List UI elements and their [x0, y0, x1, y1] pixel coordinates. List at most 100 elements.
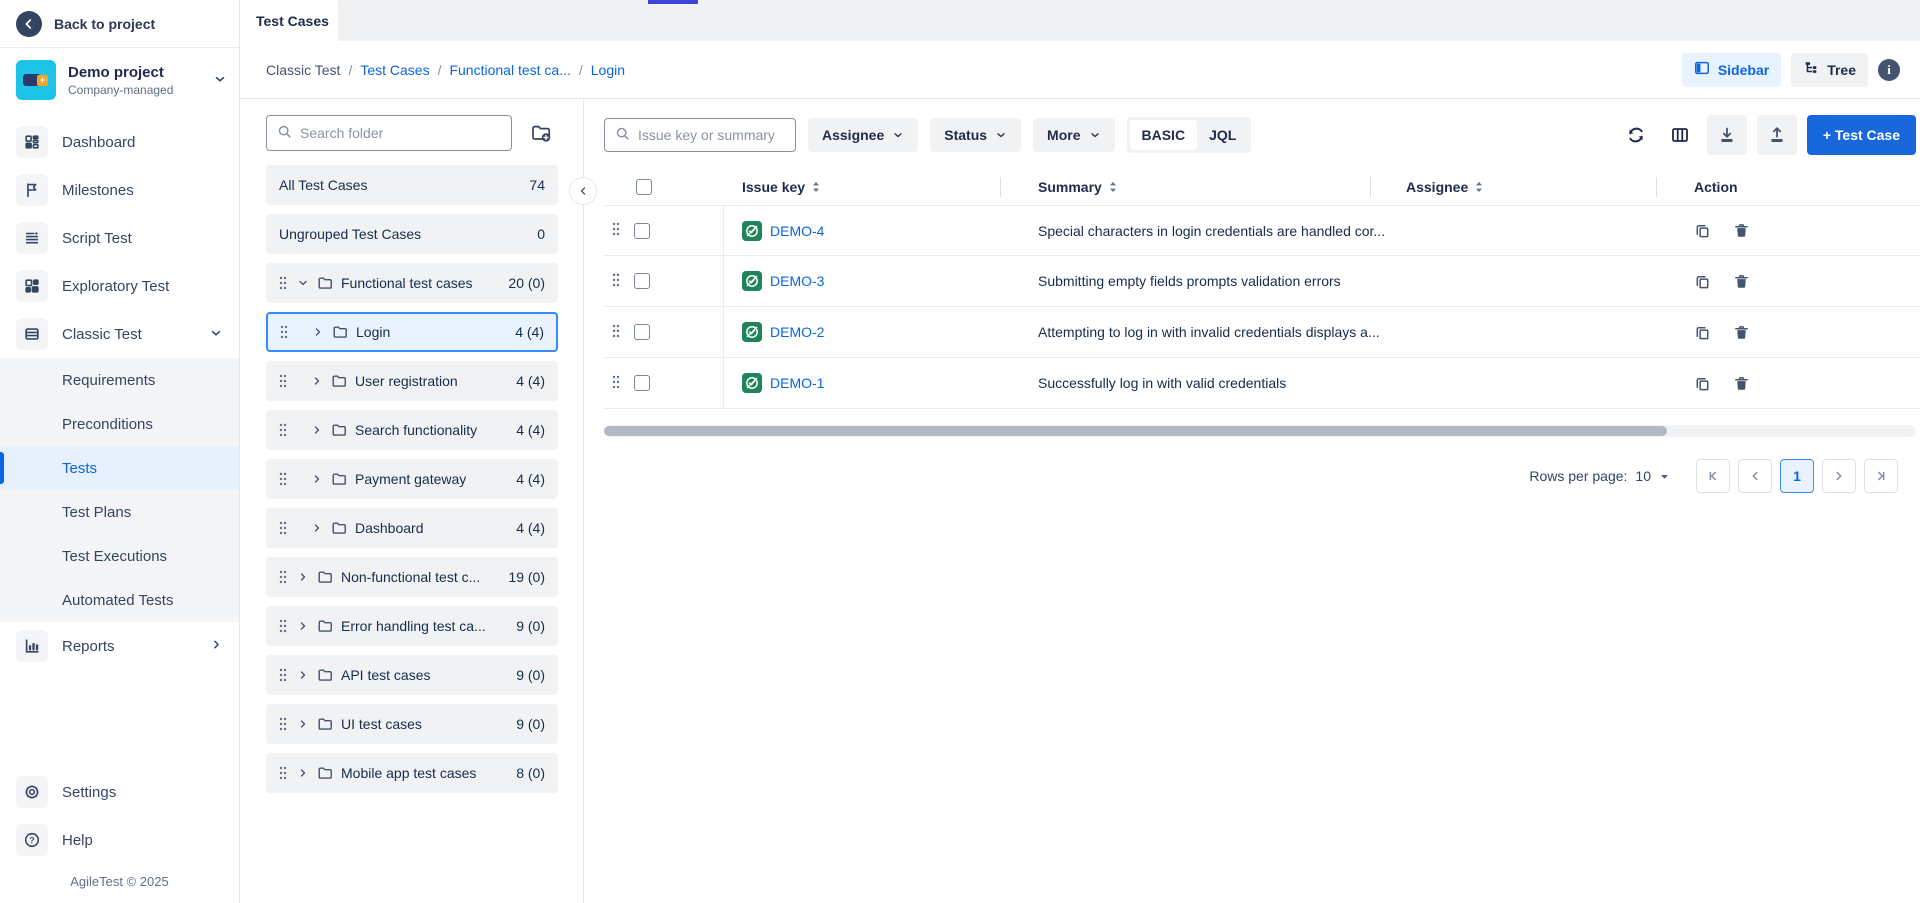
issue-key-link[interactable]: DEMO-2 [770, 324, 824, 340]
sidebar-item-exploratory-test[interactable]: Exploratory Test [0, 262, 239, 310]
export-button[interactable] [1757, 115, 1797, 155]
folder-login[interactable]: Login 4 (4) [266, 312, 558, 352]
clone-icon[interactable] [1694, 324, 1711, 341]
drag-handle-icon[interactable] [279, 619, 287, 633]
drag-handle-icon[interactable] [612, 222, 620, 239]
delete-icon[interactable] [1733, 375, 1750, 392]
drag-handle-icon[interactable] [279, 472, 287, 486]
back-to-project[interactable]: Back to project [0, 0, 239, 48]
column-header-assignee[interactable]: Assignee [1384, 169, 1670, 205]
add-test-case-button[interactable]: + Test Case [1807, 115, 1916, 155]
clone-icon[interactable] [1694, 222, 1711, 239]
sidebar-item-preconditions[interactable]: Preconditions [0, 402, 239, 446]
chevron-right-icon[interactable] [312, 326, 324, 338]
drag-handle-icon[interactable] [279, 668, 287, 682]
tree-view-button[interactable]: Tree [1791, 53, 1868, 87]
breadcrumb-item[interactable]: Test Cases [360, 62, 429, 78]
summary-text[interactable]: Attempting to log in with invalid creden… [1014, 324, 1384, 340]
sidebar-item-help[interactable]: ? Help [0, 816, 239, 864]
status-filter[interactable]: Status [930, 118, 1021, 152]
summary-text[interactable]: Submitting empty fields prompts validati… [1014, 273, 1384, 289]
folder-error-handling[interactable]: Error handling test ca... 9 (0) [266, 606, 558, 646]
jql-mode-option[interactable]: JQL [1197, 120, 1248, 150]
issue-key-link[interactable]: DEMO-3 [770, 273, 824, 289]
drag-handle-icon[interactable] [279, 521, 287, 535]
chevron-right-icon[interactable] [297, 571, 309, 583]
drag-handle-icon[interactable] [279, 766, 287, 780]
row-checkbox[interactable] [634, 273, 650, 289]
sidebar-item-classic-test[interactable]: Classic Test [0, 310, 239, 358]
last-page-button[interactable] [1864, 459, 1898, 493]
drag-handle-icon[interactable] [279, 717, 287, 731]
tab-test-cases[interactable]: Test Cases [240, 0, 338, 41]
chevron-right-icon[interactable] [311, 375, 323, 387]
drag-handle-icon[interactable] [612, 324, 620, 341]
column-header-issue-key[interactable]: Issue key [724, 169, 1014, 205]
sidebar-item-requirements[interactable]: Requirements [0, 358, 239, 402]
folder-search-input[interactable] [300, 125, 501, 141]
page-number-button[interactable]: 1 [1780, 459, 1814, 493]
next-page-button[interactable] [1822, 459, 1856, 493]
basic-mode-option[interactable]: BASIC [1130, 120, 1198, 150]
summary-text[interactable]: Special characters in login credentials … [1014, 223, 1384, 239]
delete-icon[interactable] [1733, 324, 1750, 341]
refresh-icon[interactable] [1619, 118, 1653, 152]
chevron-right-icon[interactable] [297, 718, 309, 730]
chevron-right-icon[interactable] [311, 522, 323, 534]
chevron-right-icon[interactable] [311, 424, 323, 436]
collapse-panel-button[interactable] [569, 177, 597, 205]
sidebar-view-button[interactable]: Sidebar [1682, 53, 1781, 87]
more-filter[interactable]: More [1033, 118, 1114, 152]
drag-handle-icon[interactable] [279, 570, 287, 584]
chevron-down-icon[interactable] [297, 277, 309, 289]
sidebar-item-test-executions[interactable]: Test Executions [0, 534, 239, 578]
breadcrumb-item[interactable]: Login [591, 62, 625, 78]
add-folder-button[interactable] [524, 116, 558, 150]
issue-search-input[interactable] [638, 127, 785, 143]
row-checkbox[interactable] [634, 375, 650, 391]
clone-icon[interactable] [1694, 375, 1711, 392]
issue-key-link[interactable]: DEMO-4 [770, 223, 824, 239]
sidebar-item-script-test[interactable]: Script Test [0, 214, 239, 262]
folder-api-test-cases[interactable]: API test cases 9 (0) [266, 655, 558, 695]
folder-all-test-cases[interactable]: All Test Cases 74 [266, 165, 558, 205]
folder-payment-gateway[interactable]: Payment gateway 4 (4) [266, 459, 558, 499]
chevron-right-icon[interactable] [297, 620, 309, 632]
sidebar-item-tests[interactable]: Tests [0, 446, 239, 490]
sidebar-item-milestones[interactable]: Milestones [0, 166, 239, 214]
sidebar-item-settings[interactable]: Settings [0, 768, 239, 816]
folder-user-registration[interactable]: User registration 4 (4) [266, 361, 558, 401]
summary-text[interactable]: Successfully log in with valid credentia… [1014, 375, 1384, 391]
folder-mobile-app-test-cases[interactable]: Mobile app test cases 8 (0) [266, 753, 558, 793]
sidebar-item-test-plans[interactable]: Test Plans [0, 490, 239, 534]
folder-ui-test-cases[interactable]: UI test cases 9 (0) [266, 704, 558, 744]
folder-functional-test-cases[interactable]: Functional test cases 20 (0) [266, 263, 558, 303]
drag-handle-icon[interactable] [279, 374, 287, 388]
row-checkbox[interactable] [634, 223, 650, 239]
rows-per-page-select[interactable]: Rows per page: 10 [1529, 468, 1670, 484]
column-header-summary[interactable]: Summary [1014, 169, 1384, 205]
folder-search-functionality[interactable]: Search functionality 4 (4) [266, 410, 558, 450]
project-switcher[interactable]: + Demo project Company-managed [0, 48, 239, 112]
previous-page-button[interactable] [1738, 459, 1772, 493]
columns-icon[interactable] [1663, 118, 1697, 152]
issue-key-link[interactable]: DEMO-1 [770, 375, 824, 391]
folder-non-functional[interactable]: Non-functional test c... 19 (0) [266, 557, 558, 597]
drag-handle-icon[interactable] [280, 325, 288, 339]
sidebar-item-dashboard[interactable]: Dashboard [0, 118, 239, 166]
horizontal-scrollbar-thumb[interactable] [604, 426, 1667, 436]
delete-icon[interactable] [1733, 222, 1750, 239]
drag-handle-icon[interactable] [612, 273, 620, 290]
breadcrumb-item[interactable]: Functional test ca... [449, 62, 570, 78]
assignee-filter[interactable]: Assignee [808, 118, 918, 152]
chevron-right-icon[interactable] [297, 669, 309, 681]
chevron-right-icon[interactable] [297, 767, 309, 779]
delete-icon[interactable] [1733, 273, 1750, 290]
folder-dashboard[interactable]: Dashboard 4 (4) [266, 508, 558, 548]
row-checkbox[interactable] [634, 324, 650, 340]
select-all-checkbox[interactable] [636, 179, 652, 195]
drag-handle-icon[interactable] [279, 276, 287, 290]
folder-ungrouped[interactable]: Ungrouped Test Cases 0 [266, 214, 558, 254]
drag-handle-icon[interactable] [612, 375, 620, 392]
drag-handle-icon[interactable] [279, 423, 287, 437]
